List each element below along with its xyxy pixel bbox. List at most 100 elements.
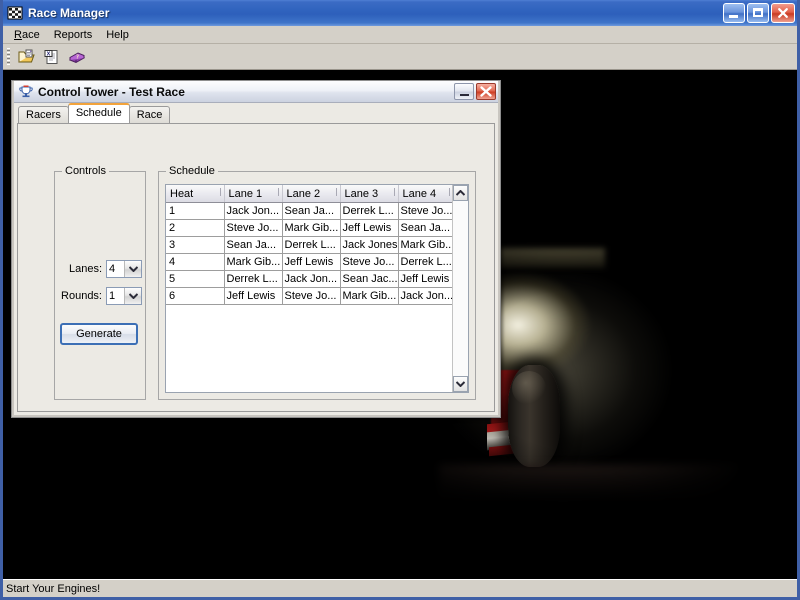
- table-row[interactable]: 6 Jeff Lewis Steve Jo... Mark Gib... Jack Jo…: [166, 287, 452, 305]
- svg-text:X: X: [47, 51, 51, 57]
- cell-lane-4[interactable]: Derrek L...: [398, 253, 452, 271]
- table-row[interactable]: 4 Mark Gib... Jeff Lewis Steve Jo... Derrek …: [166, 253, 452, 271]
- window-title: Race Manager: [28, 6, 110, 20]
- menubar: Race Reports Help: [3, 26, 797, 44]
- column-header-lane-1[interactable]: Lane 1: [224, 185, 283, 203]
- dialog-close-button[interactable]: [476, 83, 496, 100]
- schedule-table[interactable]: Heat Lane 1 Lane 2 Lane 3 Lane 4 1 Jack J…: [166, 185, 452, 305]
- export-document-icon[interactable]: X: [41, 46, 63, 68]
- control-tower-titlebar: Control Tower - Test Race: [14, 81, 498, 103]
- scrollbar-track[interactable]: [453, 201, 468, 376]
- dialog-tabstrip: Racers Schedule Race: [14, 103, 498, 123]
- table-header-row: Heat Lane 1 Lane 2 Lane 3 Lane 4: [166, 185, 452, 203]
- window-buttons: [723, 3, 795, 23]
- checkered-flag-icon: [7, 5, 23, 21]
- cell-lane-3[interactable]: Sean Jac...: [340, 270, 399, 288]
- cell-lane-1[interactable]: Mark Gib...: [224, 253, 283, 271]
- lanes-label: Lanes:: [68, 263, 102, 275]
- toolbar-grip[interactable]: [7, 47, 10, 66]
- chevron-down-icon[interactable]: [124, 288, 141, 304]
- chevron-up-icon: [456, 190, 465, 196]
- svg-text:?: ?: [76, 54, 79, 60]
- cell-heat[interactable]: 6: [166, 287, 225, 305]
- generate-button[interactable]: Generate: [60, 323, 138, 345]
- chevron-down-icon: [456, 381, 465, 387]
- maximize-button[interactable]: [747, 3, 769, 23]
- cell-heat[interactable]: 5: [166, 270, 225, 288]
- tab-racers[interactable]: Racers: [18, 106, 69, 123]
- menu-reports[interactable]: Reports: [47, 28, 100, 42]
- statusbar: Start Your Engines!: [3, 579, 797, 597]
- rounds-label: Rounds:: [61, 290, 102, 302]
- cell-lane-2[interactable]: Mark Gib...: [282, 219, 341, 237]
- cell-lane-3[interactable]: Mark Gib...: [340, 287, 399, 305]
- tab-schedule[interactable]: Schedule: [67, 103, 130, 123]
- column-header-lane-4[interactable]: Lane 4: [398, 185, 452, 203]
- cell-lane-2[interactable]: Steve Jo...: [282, 287, 341, 305]
- table-row[interactable]: 3 Sean Ja... Derrek L... Jack Jones Mark Gib…: [166, 236, 452, 254]
- control-tower-window: Control Tower - Test Race Racers Schedul…: [11, 80, 501, 418]
- dialog-minimize-button[interactable]: [454, 83, 474, 100]
- scroll-up-button[interactable]: [453, 185, 468, 201]
- chevron-down-icon[interactable]: [124, 261, 141, 277]
- cell-lane-2[interactable]: Derrek L...: [282, 236, 341, 254]
- cell-lane-3[interactable]: Derrek L...: [340, 202, 399, 220]
- cell-lane-4[interactable]: Sean Ja...: [398, 219, 452, 237]
- control-tower-title: Control Tower - Test Race: [38, 84, 185, 99]
- schedule-tab-panel: Controls Lanes: 4 Rounds: 1 Generate Sch…: [17, 123, 495, 412]
- schedule-vertical-scrollbar[interactable]: [452, 185, 468, 392]
- application-window: Race Manager Race Reports Help X ? Contr…: [0, 0, 800, 600]
- menu-race[interactable]: Race: [7, 28, 47, 42]
- controls-group-title: Controls: [62, 165, 109, 177]
- rounds-combobox[interactable]: 1: [106, 287, 142, 305]
- scroll-down-button[interactable]: [453, 376, 468, 392]
- cell-heat[interactable]: 1: [166, 202, 225, 220]
- schedule-table-container: Heat Lane 1 Lane 2 Lane 3 Lane 4 1 Jack J…: [165, 184, 469, 393]
- cell-lane-3[interactable]: Jeff Lewis: [340, 219, 399, 237]
- cell-lane-4[interactable]: Jack Jon...: [398, 287, 452, 305]
- mdi-client-area: Control Tower - Test Race Racers Schedul…: [3, 70, 797, 579]
- minimize-button[interactable]: [723, 3, 745, 23]
- cell-lane-4[interactable]: Mark Gib...: [398, 236, 452, 254]
- cell-lane-1[interactable]: Sean Ja...: [224, 236, 283, 254]
- cell-lane-2[interactable]: Sean Ja...: [282, 202, 341, 220]
- schedule-table-viewport: Heat Lane 1 Lane 2 Lane 3 Lane 4 1 Jack J…: [166, 185, 452, 392]
- status-message: Start Your Engines!: [6, 582, 101, 595]
- toolbar: X ?: [3, 44, 797, 70]
- cell-heat[interactable]: 4: [166, 253, 225, 271]
- close-button[interactable]: [771, 3, 795, 23]
- cell-lane-3[interactable]: Steve Jo...: [340, 253, 399, 271]
- cell-heat[interactable]: 2: [166, 219, 225, 237]
- menu-help[interactable]: Help: [99, 28, 136, 42]
- column-header-lane-2[interactable]: Lane 2: [282, 185, 341, 203]
- column-header-lane-3[interactable]: Lane 3: [340, 185, 399, 203]
- menu-race-label: ace: [21, 28, 40, 41]
- schedule-group-title: Schedule: [166, 165, 218, 177]
- column-header-heat[interactable]: Heat: [166, 185, 225, 203]
- cell-lane-2[interactable]: Jack Jon...: [282, 270, 341, 288]
- controls-groupbox: Controls Lanes: 4 Rounds: 1 Generate: [54, 165, 146, 400]
- tab-race[interactable]: Race: [128, 106, 171, 123]
- cell-lane-4[interactable]: Steve Jo...: [398, 202, 452, 220]
- lanes-row: Lanes: 4: [60, 260, 142, 278]
- cell-heat[interactable]: 3: [166, 236, 225, 254]
- lanes-combobox[interactable]: 4: [106, 260, 142, 278]
- window-titlebar: Race Manager: [3, 0, 797, 26]
- cell-lane-1[interactable]: Jeff Lewis: [224, 287, 283, 305]
- close-icon: [480, 86, 492, 97]
- table-row[interactable]: 1 Jack Jon... Sean Ja... Derrek L... Steve J…: [166, 202, 452, 220]
- schedule-groupbox: Schedule Heat Lane 1 Lane 2 Lane 3 Lane …: [158, 165, 476, 400]
- table-row[interactable]: 5 Derrek L... Jack Jon... Sean Jac... Jeff L…: [166, 270, 452, 288]
- lanes-value: 4: [107, 261, 124, 277]
- cell-lane-1[interactable]: Steve Jo...: [224, 219, 283, 237]
- cell-lane-4[interactable]: Jeff Lewis: [398, 270, 452, 288]
- close-icon: [778, 8, 788, 18]
- cell-lane-1[interactable]: Jack Jon...: [224, 202, 283, 220]
- rounds-value: 1: [107, 288, 124, 304]
- table-row[interactable]: 2 Steve Jo... Mark Gib... Jeff Lewis Sean Ja…: [166, 219, 452, 237]
- help-book-icon[interactable]: ?: [66, 46, 88, 68]
- cell-lane-1[interactable]: Derrek L...: [224, 270, 283, 288]
- cell-lane-3[interactable]: Jack Jones: [340, 236, 399, 254]
- open-file-icon[interactable]: [16, 46, 38, 68]
- cell-lane-2[interactable]: Jeff Lewis: [282, 253, 341, 271]
